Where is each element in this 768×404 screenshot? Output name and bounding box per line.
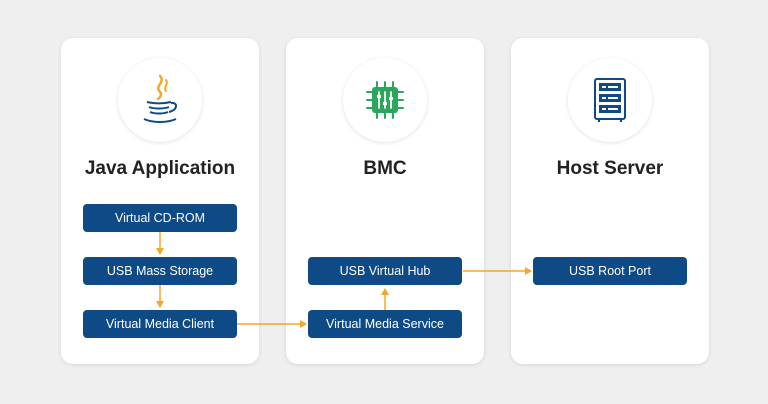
chip-icon xyxy=(343,58,427,142)
card-title-bmc: BMC xyxy=(363,158,407,179)
card-title-java: Java Application xyxy=(84,158,236,179)
server-rack-icon xyxy=(568,58,652,142)
java-application-card: Java Application Virtual CD-ROM USB Mass… xyxy=(61,38,259,364)
usb-root-port-box: USB Root Port xyxy=(533,257,687,285)
virtual-cd-rom-box: Virtual CD-ROM xyxy=(83,204,237,232)
bmc-card: BMC USB Virtual Hub Virtual Media Servic… xyxy=(286,38,484,364)
java-logo-icon xyxy=(118,58,202,142)
virtual-media-service-box: Virtual Media Service xyxy=(308,310,462,338)
usb-mass-storage-box: USB Mass Storage xyxy=(83,257,237,285)
virtual-media-client-box: Virtual Media Client xyxy=(83,310,237,338)
host-server-card: Host Server USB Root Port xyxy=(511,38,709,364)
card-title-host: Host Server xyxy=(556,158,664,179)
usb-virtual-hub-box: USB Virtual Hub xyxy=(308,257,462,285)
